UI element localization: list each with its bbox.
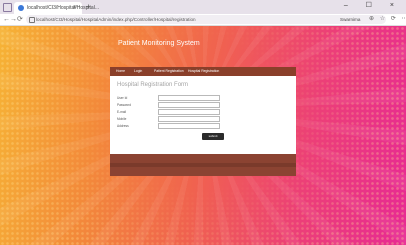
submit-button[interactable]: submit (202, 133, 224, 140)
new-tab-button[interactable]: + (86, 2, 91, 12)
browser-toolbar: ← → ⟳ localhost/CI3/Hospital/HospitalAdm… (0, 14, 406, 26)
footer-band (110, 163, 296, 167)
email-input[interactable] (158, 109, 220, 115)
nav-item-login[interactable]: Login (134, 67, 142, 76)
back-icon[interactable]: ← (3, 15, 10, 24)
user-id-input[interactable] (158, 95, 220, 101)
field-label-user-id: User Id (117, 96, 128, 100)
registration-form: Hospital Registration Form User Id Passw… (110, 76, 296, 154)
site-title: Patient Monitoring System (118, 40, 200, 47)
browser-tab[interactable]: localhost/CI3/Hospital/Hospital... × (14, 2, 99, 14)
password-input[interactable] (158, 102, 220, 108)
nav-item-home[interactable]: Home (116, 67, 125, 76)
address-url[interactable]: localhost/CI3/Hospital/HospitalAdmin/ind… (36, 15, 196, 24)
lock-icon (29, 17, 35, 23)
window-controls[interactable]: – ☐ × (344, 1, 402, 9)
address-bar[interactable]: localhost/CI3/Hospital/HospitalAdmin/ind… (26, 15, 406, 24)
reload-icon[interactable]: ⟳ (17, 15, 23, 24)
field-label-email: E-mail (117, 110, 127, 114)
field-label-mobile: Mobile (117, 117, 127, 121)
field-label-address: Address (117, 124, 129, 128)
tab-favicon-icon (18, 5, 24, 11)
profile-button[interactable]: Swarnima (340, 15, 360, 24)
page-background: Patient Monitoring System Home Login Pat… (0, 26, 406, 245)
address-input[interactable] (158, 123, 220, 129)
mobile-input[interactable] (158, 116, 220, 122)
page-footer (110, 154, 296, 176)
nav-item-hospital-registration[interactable]: Hospital Registration (188, 67, 219, 76)
nav-item-patient-registration[interactable]: Patient Registration (154, 67, 184, 76)
window-menu-icon[interactable] (3, 3, 12, 12)
toolbar-icons[interactable]: ⊕ ☆ ⟳ ⋯ (369, 15, 406, 24)
browser-tabstrip: localhost/CI3/Hospital/Hospital... × + –… (0, 0, 406, 14)
main-navbar: Home Login Patient Registration Hospital… (110, 67, 296, 76)
forward-icon[interactable]: → (10, 15, 17, 24)
form-title: Hospital Registration Form (117, 82, 189, 88)
field-label-password: Password (117, 103, 131, 107)
tab-close-icon[interactable]: × (73, 3, 77, 13)
